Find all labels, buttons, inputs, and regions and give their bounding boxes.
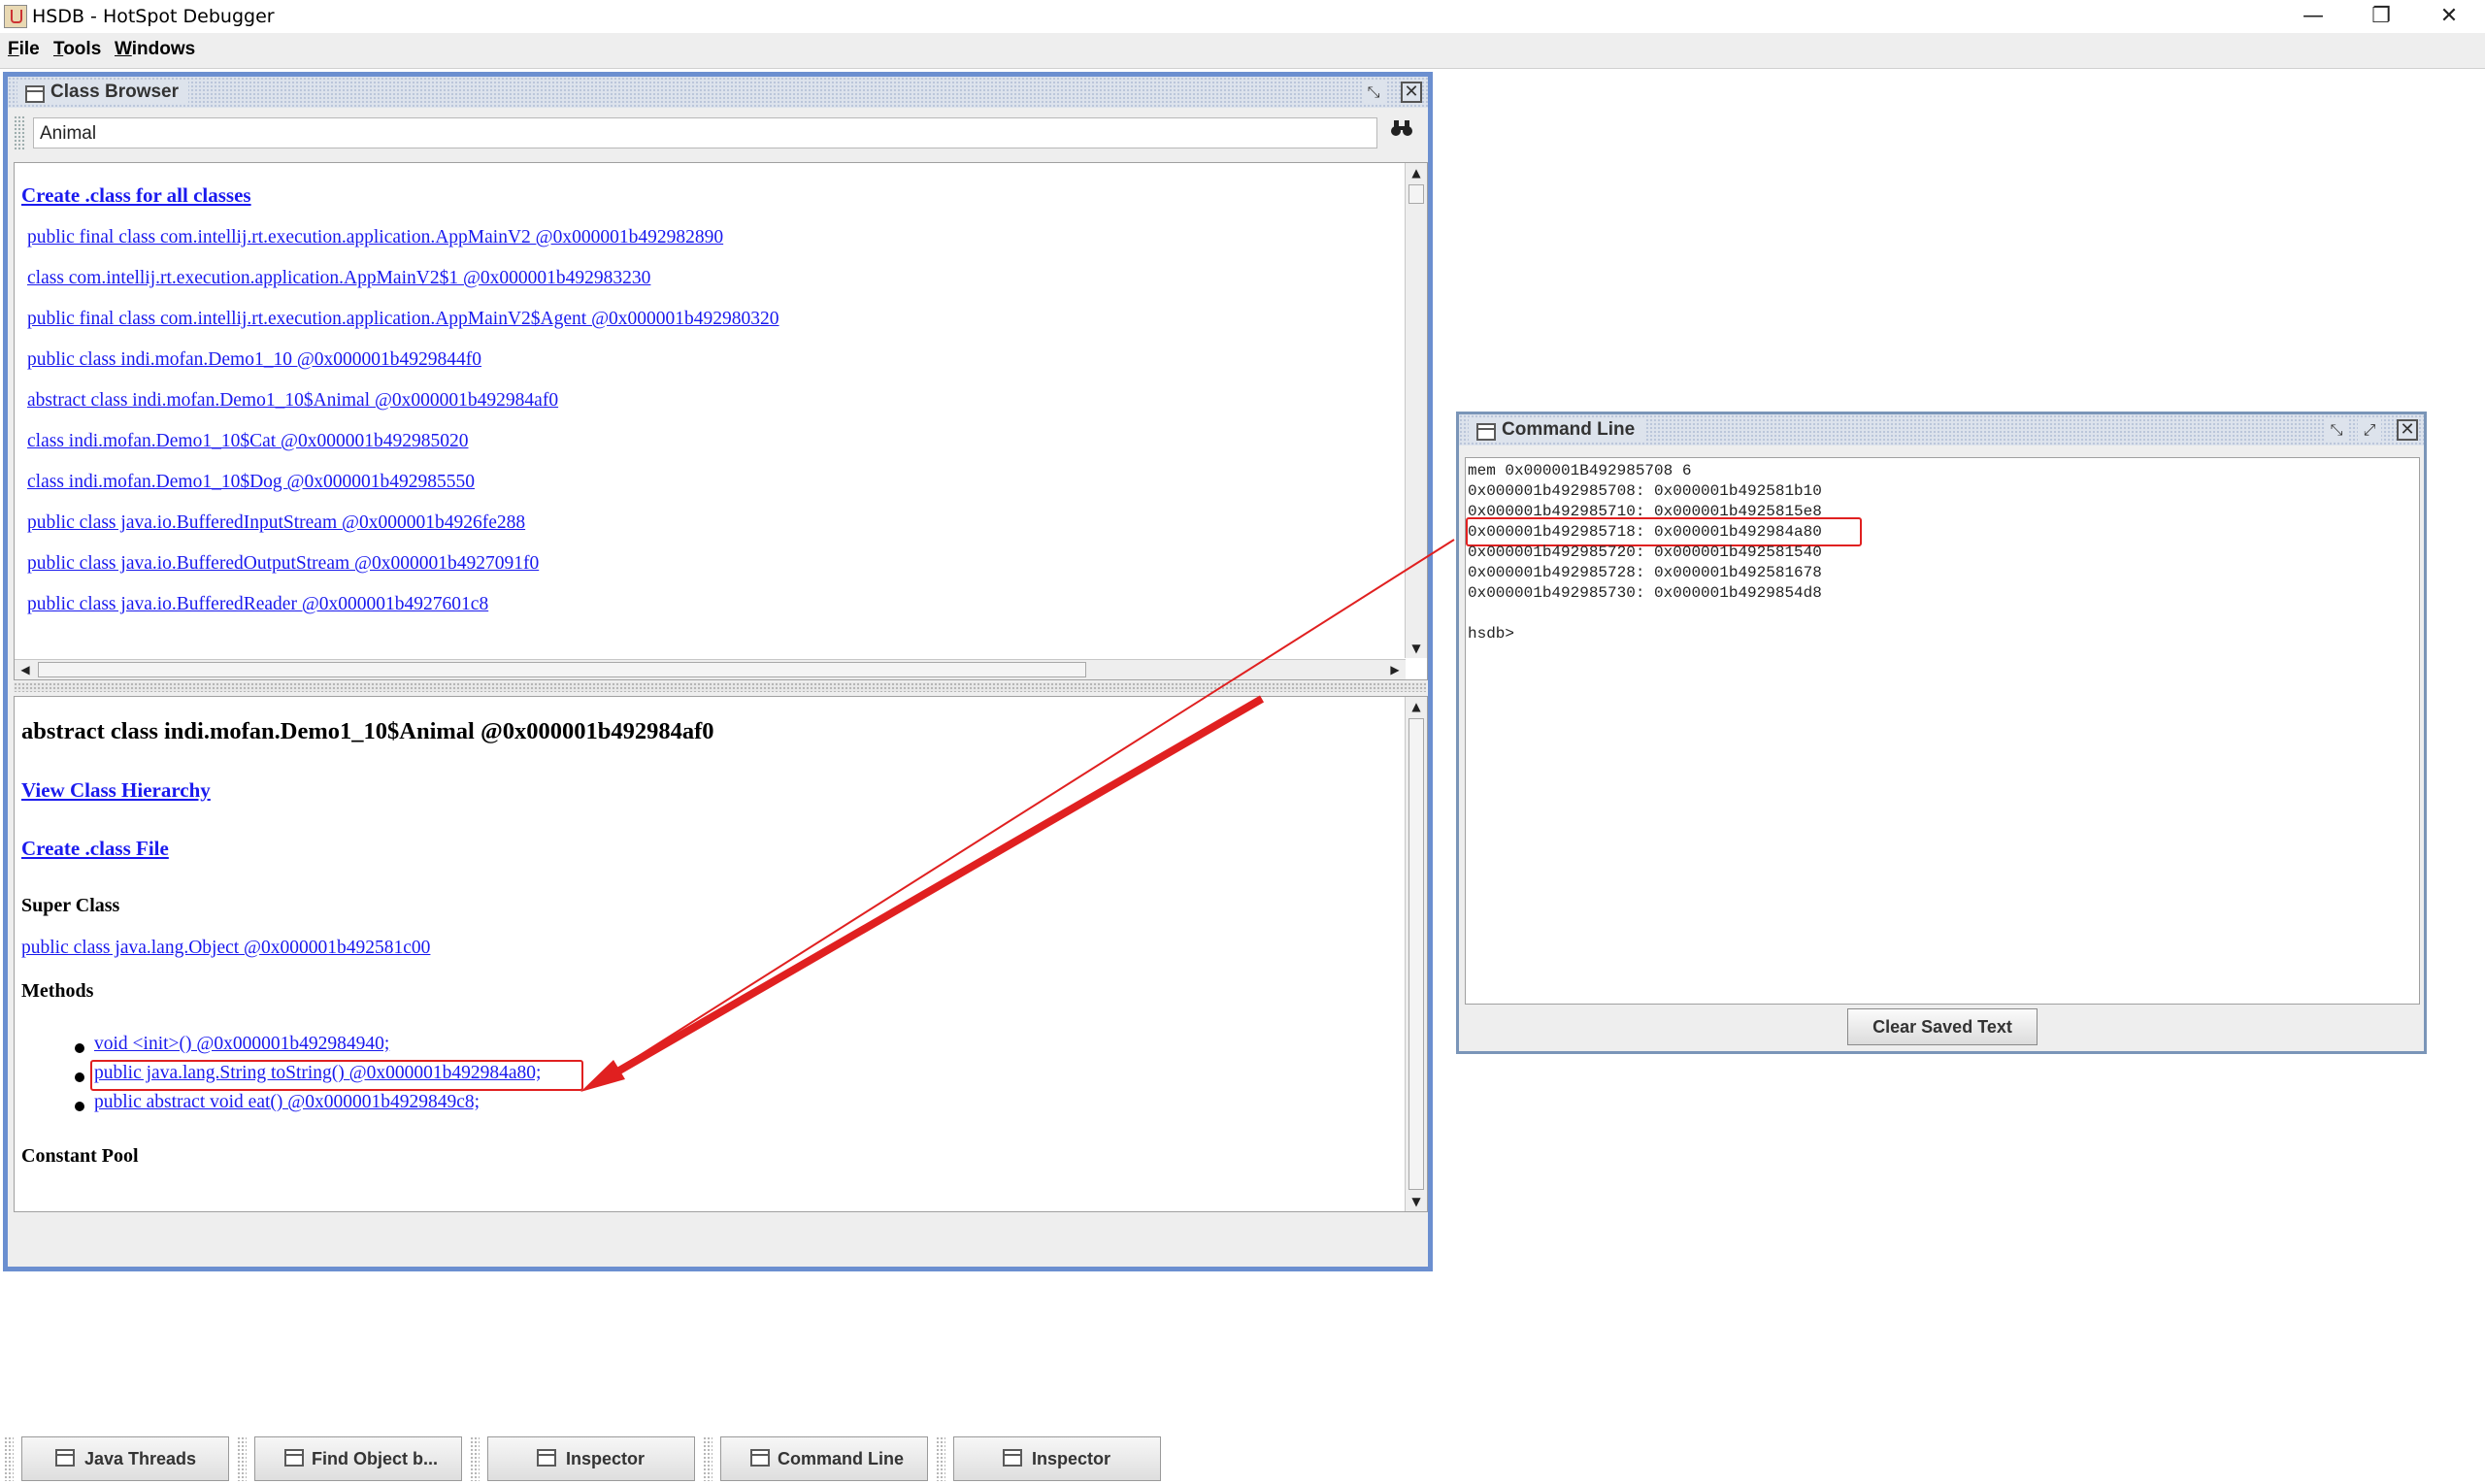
frame-icon (537, 1449, 556, 1467)
frame-icon (55, 1449, 75, 1467)
taskbar-inspector[interactable]: Inspector (487, 1436, 695, 1481)
frame-icon (750, 1449, 770, 1467)
annotation-arrow (580, 539, 1455, 1092)
taskbar-java-threads[interactable]: Java Threads (21, 1436, 229, 1481)
taskbar-inspector-2[interactable]: Inspector (953, 1436, 1161, 1481)
taskbar-command-line[interactable]: Command Line (720, 1436, 928, 1481)
frame-taskbar: Java Threads Find Object b... Inspector … (0, 1431, 2485, 1484)
taskbar-find-object[interactable]: Find Object b... (254, 1436, 462, 1481)
frame-icon (1003, 1449, 1022, 1467)
frame-icon (284, 1449, 304, 1467)
